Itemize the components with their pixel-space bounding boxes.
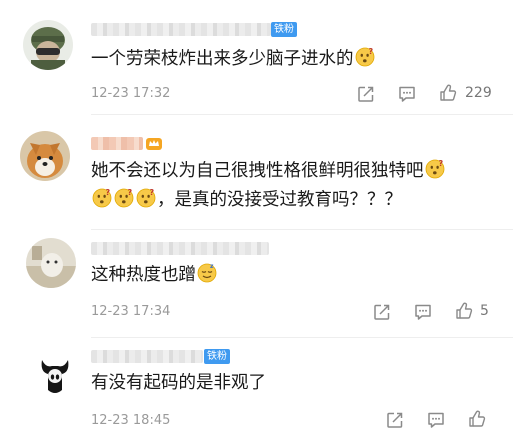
comment-icon[interactable]	[414, 303, 432, 321]
fan-badge: 铁粉	[271, 22, 297, 37]
comment-text: 她不会还以为自己很拽性格很鲜明很独特吧	[91, 159, 446, 183]
like-count: 229	[465, 85, 492, 101]
comment-item: 铁粉 有没有起码的是非观了 12-23 18:45	[0, 338, 513, 447]
username-blurred[interactable]	[91, 23, 271, 36]
like-icon[interactable]	[455, 302, 473, 320]
avatar[interactable]	[23, 20, 73, 70]
confused-emoji-icon	[114, 188, 134, 208]
fan-badge: 铁粉	[204, 349, 230, 364]
confused-emoji-icon	[136, 188, 156, 208]
comment-time: 12-23 17:32	[91, 86, 171, 101]
confused-emoji-icon	[355, 47, 375, 67]
comment-time: 12-23 18:45	[91, 413, 171, 428]
sleepy-emoji-icon	[197, 263, 217, 283]
comment-item: 她不会还以为自己很拽性格很鲜明很独特吧 ，是真的没接受过教育吗？？？	[0, 115, 513, 230]
like-icon[interactable]	[439, 84, 457, 102]
comment-text-line2: ，是真的没接受过教育吗？？？	[91, 188, 402, 212]
username-blurred[interactable]	[91, 137, 143, 150]
share-icon[interactable]	[386, 411, 404, 429]
comment-text: 这种热度也蹭	[91, 263, 218, 287]
comment-text: 有没有起码的是非观了	[91, 373, 266, 393]
like-count: 5	[480, 303, 489, 319]
confused-emoji-icon	[92, 188, 112, 208]
comment-text: 一个劳荣枝炸出来多少脑子进水的	[91, 47, 376, 71]
avatar[interactable]	[30, 350, 80, 400]
share-icon[interactable]	[373, 303, 391, 321]
comment-item: 铁粉 一个劳荣枝炸出来多少脑子进水的 12-23 17:32 229	[0, 0, 513, 115]
comment-icon[interactable]	[427, 411, 445, 429]
share-icon[interactable]	[357, 85, 375, 103]
username-blurred[interactable]	[91, 350, 203, 363]
vip-crown-icon	[146, 138, 162, 150]
avatar[interactable]	[26, 238, 76, 288]
username-blurred[interactable]	[91, 242, 269, 255]
comment-icon[interactable]	[398, 85, 416, 103]
confused-emoji-icon	[425, 159, 445, 179]
comment-time: 12-23 17:34	[91, 304, 171, 319]
avatar[interactable]	[20, 131, 70, 181]
like-icon[interactable]	[468, 410, 486, 428]
comment-item: 这种热度也蹭 12-23 17:34 5	[0, 230, 513, 338]
